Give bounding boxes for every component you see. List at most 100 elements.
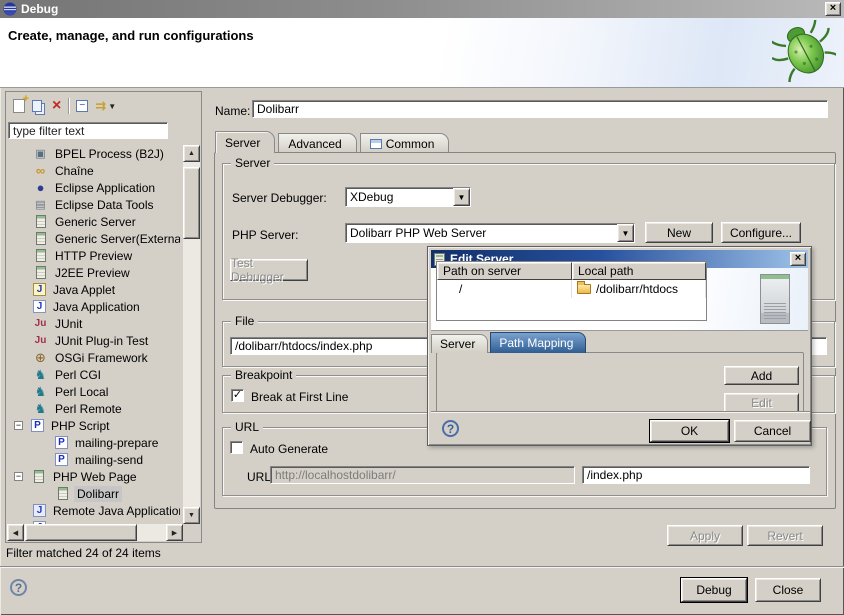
tree-item-php-web-page[interactable]: − PHP Web Page [7, 468, 180, 485]
tree-item-http-preview[interactable]: HTTP Preview [7, 247, 180, 264]
revert-button[interactable]: Revert [747, 525, 823, 546]
tree-item-generic-server[interactable]: Generic Server [7, 213, 180, 230]
datatools-icon: ▤ [33, 198, 48, 212]
apply-button[interactable]: Apply [667, 525, 743, 546]
close-button[interactable]: Close [755, 578, 821, 602]
dialog-tab-server[interactable]: Server [431, 334, 488, 353]
junit-icon: Ju [33, 317, 48, 331]
edit-mapping-button[interactable]: Edit [724, 393, 799, 413]
scroll-down-icon[interactable]: ▼ [183, 507, 200, 524]
server-debugger-label: Server Debugger: [232, 191, 327, 205]
dialog-help-button[interactable]: ? [442, 420, 459, 437]
tree-item-eclipse-data-tools[interactable]: ▤ Eclipse Data Tools [7, 196, 180, 213]
debug-button[interactable]: Debug [681, 578, 747, 602]
auto-generate-checkbox[interactable] [230, 441, 243, 454]
tree-item-eclipse-application[interactable]: ● Eclipse Application [7, 179, 180, 196]
tree-item-generic-server-external-la[interactable]: Generic Server(External La [7, 230, 180, 247]
delete-configuration-icon[interactable]: × [52, 99, 61, 113]
tree-item-label: Java Applet [50, 282, 118, 298]
tree-item-mailing-send[interactable]: Pmailing-send [7, 451, 180, 468]
tree-item-label: Generic Server(External La [52, 231, 180, 247]
tree-item-label: Eclipse Application [52, 180, 158, 196]
tree-item-label: JUnit [52, 316, 85, 332]
tree-item-label: PHP Script [48, 418, 112, 434]
add-mapping-button[interactable]: Add [724, 366, 799, 385]
eclipse-icon: ● [33, 181, 48, 195]
tab-advanced[interactable]: Advanced [278, 133, 356, 153]
collapse-all-icon[interactable]: − [76, 100, 88, 112]
php-server-combo[interactable]: Dolibarr PHP Web Server ▼ [345, 223, 635, 243]
vertical-scroll-thumb[interactable] [183, 167, 200, 239]
tree-item-label: JUnit Plug-in Test [52, 333, 151, 349]
url-path-input[interactable] [582, 466, 810, 484]
ok-button[interactable]: OK [650, 420, 729, 442]
break-first-line-checkbox[interactable]: ✓ [231, 389, 244, 402]
url-group-legend: URL [231, 420, 263, 434]
filter-input[interactable] [8, 122, 168, 139]
scroll-up-icon[interactable]: ▲ [183, 145, 200, 162]
tree-item-mailing-prepare[interactable]: Pmailing-prepare [7, 434, 180, 451]
dialog-tabbar: Server Path Mapping [431, 332, 588, 353]
php-icon: P [55, 453, 68, 466]
tree-item-label: PHP Web Page [50, 469, 140, 485]
url-base-input[interactable] [270, 466, 575, 484]
server-path-cell: / [437, 280, 572, 298]
php-icon: P [31, 419, 44, 432]
new-configuration-icon[interactable] [13, 99, 25, 113]
new-server-button[interactable]: New [645, 222, 713, 243]
local-path-text: /dolibarr/htdocs [596, 282, 678, 296]
tree-item-dolibarr[interactable]: Dolibarr [7, 485, 180, 502]
tree-item-java-application[interactable]: JJava Application [7, 298, 180, 315]
collapse-expander-icon[interactable]: − [14, 421, 23, 430]
tree-item-label: mailing-prepare [72, 435, 161, 451]
dialog-tab-path-mapping[interactable]: Path Mapping [490, 332, 586, 353]
tree-item-junit-plug-in-test[interactable]: Ju JUnit Plug-in Test [7, 332, 180, 349]
window-close-button[interactable]: × [825, 2, 841, 16]
tree-item-bpel-process-b2j[interactable]: ▣BPEL Process (B2J) [7, 145, 180, 162]
configure-server-button[interactable]: Configure... [721, 222, 801, 243]
junitplugin-icon: Ju [33, 334, 48, 348]
column-header-path-on-server[interactable]: Path on server [437, 262, 572, 280]
tree-item-perl-local[interactable]: ♞Perl Local [7, 383, 180, 400]
horizontal-scroll-thumb[interactable] [25, 524, 137, 541]
tree-item-label: Perl Remote [52, 401, 125, 417]
help-button[interactable]: ? [10, 579, 27, 596]
filter-configurations-icon[interactable]: ⇉ ▼ [95, 98, 116, 114]
tab-common[interactable]: Common [360, 133, 450, 153]
toolbar-separator [68, 98, 69, 114]
bug-icon [772, 20, 836, 82]
tree-horizontal-scrollbar[interactable]: ◀ ▶ [7, 524, 183, 541]
column-header-local-path[interactable]: Local path [572, 262, 706, 280]
folder-icon [577, 284, 591, 294]
tree-item-php-script[interactable]: −P PHP Script [7, 417, 180, 434]
combo-arrow-icon[interactable]: ▼ [453, 188, 470, 206]
tree-item-label: Perl CGI [52, 367, 104, 383]
collapse-expander-icon[interactable]: − [14, 472, 23, 481]
path-mapping-table: Path on server Local path / /dolibarr/htd… [436, 261, 707, 321]
tree-item-java-applet[interactable]: JJava Applet [7, 281, 180, 298]
chain-icon: ∞ [33, 164, 48, 178]
test-debugger-button[interactable]: Test Debugger [230, 259, 308, 281]
tree-item-j2ee-preview[interactable]: J2EE Preview [7, 264, 180, 281]
tab-server[interactable]: Server [215, 131, 275, 153]
tree-item-perl-cgi[interactable]: ♞Perl CGI [7, 366, 180, 383]
tab-server-label: Server [225, 136, 260, 150]
window-titlebar[interactable]: Debug × [0, 0, 844, 18]
server-debugger-combo[interactable]: XDebug ▼ [345, 187, 471, 207]
tree-item-label: Eclipse Data Tools [52, 197, 157, 213]
duplicate-configuration-icon[interactable] [32, 100, 42, 112]
path-mapping-row[interactable]: / /dolibarr/htdocs [437, 280, 706, 298]
tree-vertical-scrollbar[interactable]: ▲ ▼ [183, 145, 200, 524]
tree-item-junit[interactable]: Ju JUnit [7, 315, 180, 332]
window-title: Debug [21, 2, 58, 16]
tree-item-osgi-framework[interactable]: ⊕OSGi Framework [7, 349, 180, 366]
scroll-right-icon[interactable]: ▶ [166, 524, 183, 541]
dialog-close-button[interactable]: × [790, 252, 806, 266]
tree-item-perl-remote[interactable]: ♞Perl Remote [7, 400, 180, 417]
cancel-button[interactable]: Cancel [734, 420, 811, 442]
scroll-left-icon[interactable]: ◀ [7, 524, 24, 541]
name-input[interactable] [252, 100, 828, 118]
tree-item-remote-java-application[interactable]: JRemote Java Application [7, 502, 180, 519]
tree-item-cha-ne[interactable]: ∞Chaîne [7, 162, 180, 179]
combo-arrow-icon[interactable]: ▼ [617, 224, 634, 242]
